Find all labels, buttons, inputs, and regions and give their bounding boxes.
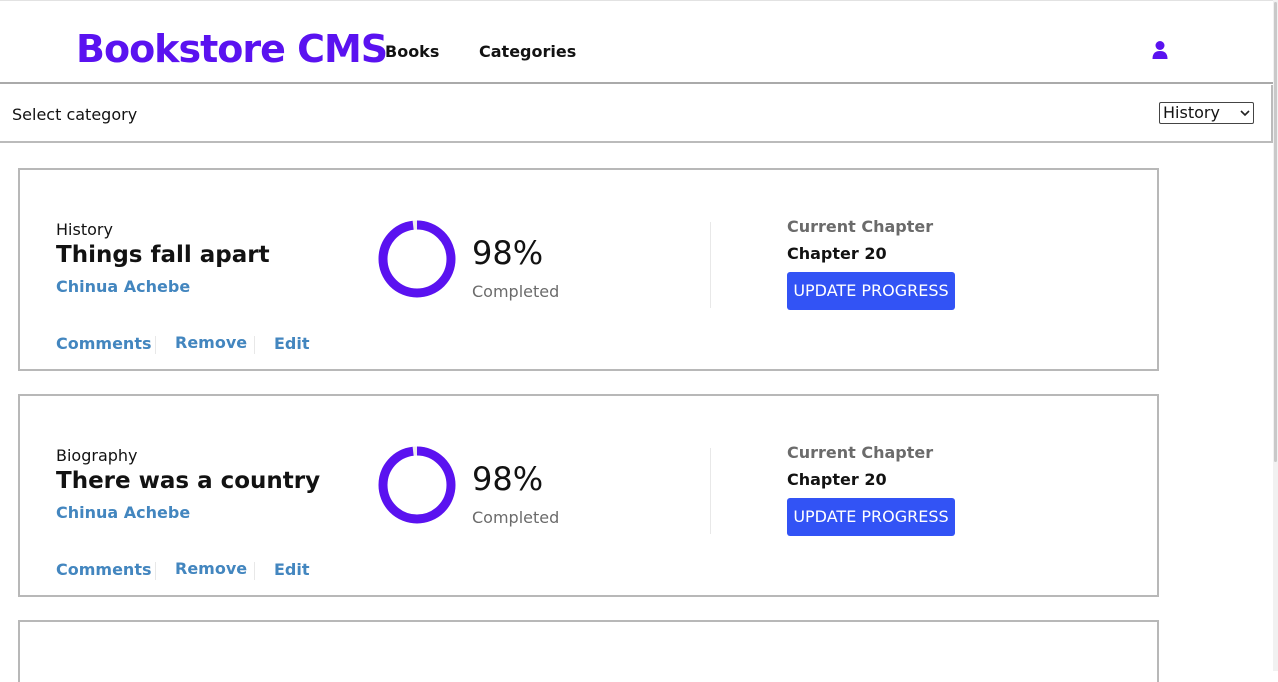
progress-ring-icon (378, 446, 456, 524)
comments-button[interactable]: Comments (56, 334, 152, 354)
book-author[interactable]: Chinua Achebe (56, 503, 190, 523)
edit-button[interactable]: Edit (274, 560, 310, 580)
nav-categories-link[interactable]: Categories (479, 42, 576, 62)
book-card: Biography There was a country Chinua Ach… (18, 394, 1159, 597)
action-separator (155, 336, 156, 354)
remove-button[interactable]: Remove (175, 559, 247, 579)
app-header: Bookstore CMS Books Categories (0, 1, 1278, 82)
comments-button[interactable]: Comments (56, 560, 152, 580)
action-separator (254, 562, 255, 580)
current-chapter-value: Chapter 20 (787, 244, 887, 263)
card-divider (710, 222, 711, 308)
remove-button[interactable]: Remove (175, 333, 247, 353)
card-divider (710, 448, 711, 534)
nav-books-link[interactable]: Books (385, 42, 439, 62)
progress-completed-label: Completed (472, 508, 560, 527)
current-chapter-label: Current Chapter (787, 443, 934, 462)
action-separator (254, 336, 255, 354)
progress-percent: 98% (472, 234, 544, 272)
scrollbar-thumb[interactable] (1274, 2, 1277, 462)
update-progress-button[interactable]: UPDATE PROGRESS (787, 498, 955, 536)
current-chapter-label: Current Chapter (787, 217, 934, 236)
category-select[interactable]: History (1159, 102, 1254, 124)
book-genre: Biography (56, 446, 138, 465)
app-logo[interactable]: Bookstore CMS (76, 27, 388, 71)
book-card: History Things fall apart Chinua Achebe … (18, 168, 1159, 371)
category-filter-label: Select category (12, 105, 138, 124)
current-chapter-value: Chapter 20 (787, 470, 887, 489)
user-icon[interactable] (1152, 40, 1168, 60)
progress-completed-label: Completed (472, 282, 560, 301)
header-divider (0, 82, 1273, 84)
book-title: There was a country (56, 468, 321, 494)
progress-ring-icon (378, 220, 456, 298)
chevron-down-icon (1240, 110, 1250, 117)
progress-percent: 98% (472, 460, 544, 498)
book-author[interactable]: Chinua Achebe (56, 277, 190, 297)
book-genre: History (56, 220, 113, 239)
book-card (18, 620, 1159, 682)
category-select-value: History (1163, 103, 1220, 122)
book-title: Things fall apart (56, 242, 270, 268)
category-filter-bar: Select category History (0, 85, 1273, 143)
update-progress-button[interactable]: UPDATE PROGRESS (787, 272, 955, 310)
action-separator (155, 562, 156, 580)
edit-button[interactable]: Edit (274, 334, 310, 354)
